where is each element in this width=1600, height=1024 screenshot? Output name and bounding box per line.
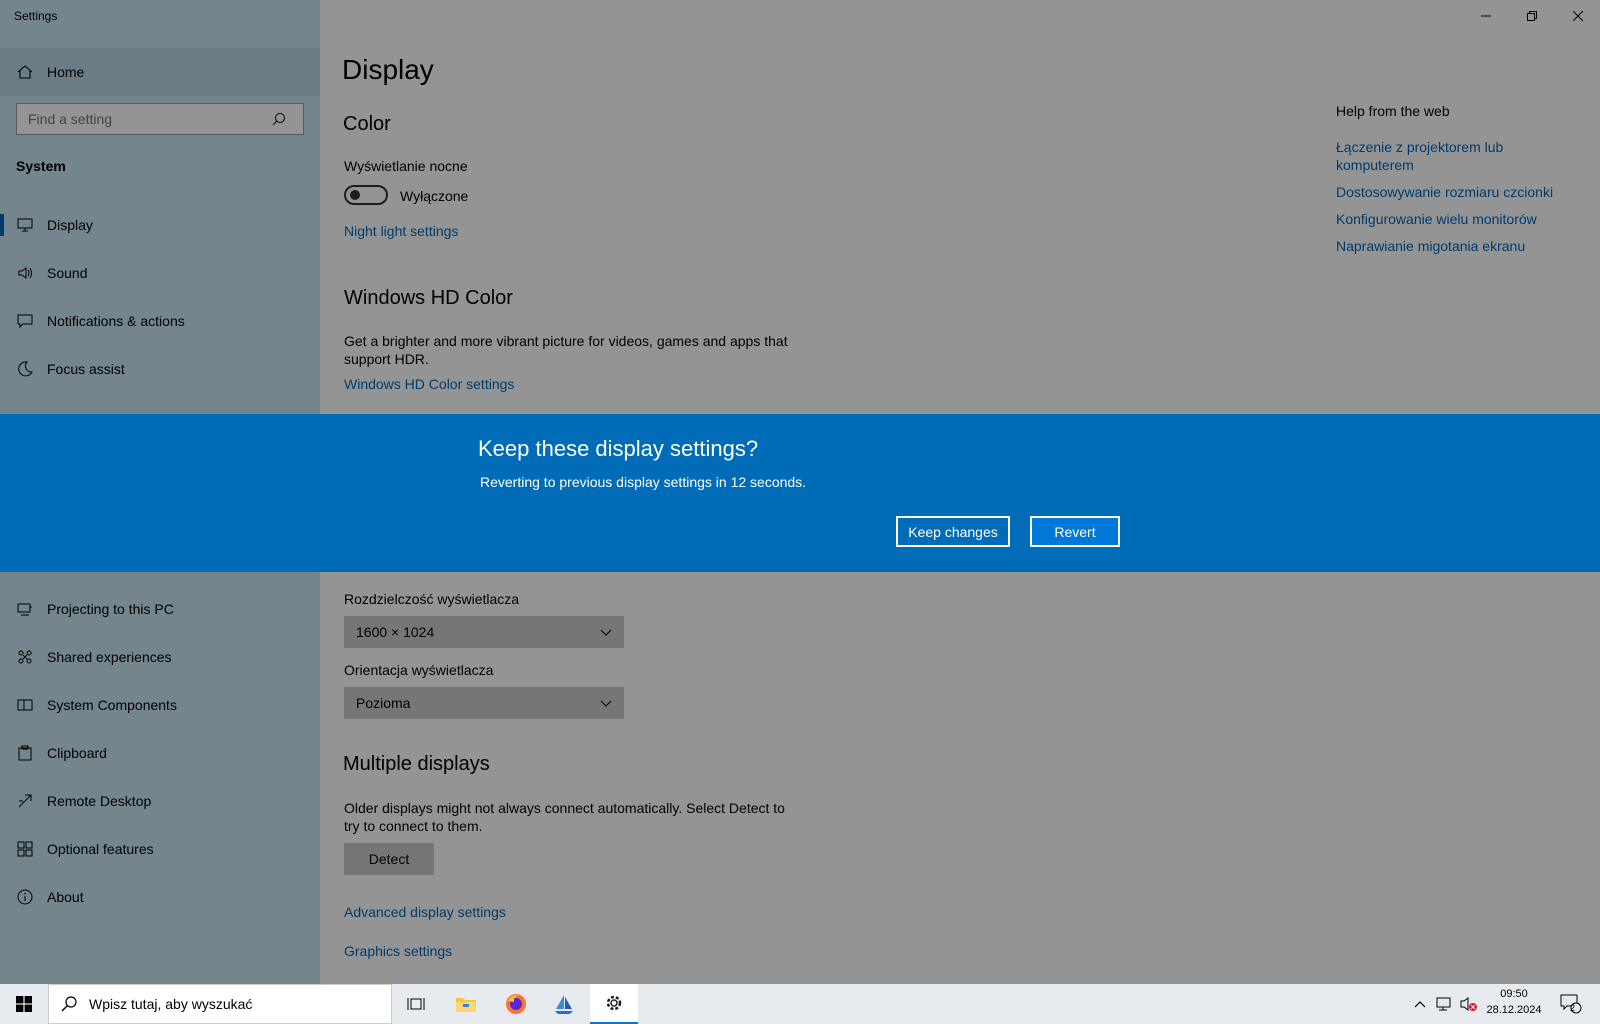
volume-tray-button[interactable] [1458,984,1480,1024]
start-button[interactable] [0,984,48,1024]
task-view-icon [407,998,425,1010]
dialog-title: Keep these display settings? [478,436,759,461]
clock-time: 09:50 [1500,988,1528,1000]
gear-icon [606,995,622,1011]
volume-muted-icon [1460,997,1477,1011]
notification-count-badge: 2 [1570,1003,1576,1013]
settings-taskbar-button[interactable] [590,984,638,1024]
chevron-up-icon [1414,1001,1426,1008]
dialog-countdown: Reverting to previous display settings i… [480,474,807,490]
taskbar-search-placeholder: Wpisz tutaj, aby wyszukać [89,996,253,1012]
network-icon [1436,997,1451,1011]
task-view-button[interactable] [392,984,440,1024]
action-center-button[interactable]: 2 [1556,984,1586,1024]
firefox-button[interactable] [492,984,540,1024]
revert-button[interactable]: Revert [1030,516,1120,547]
windows-logo-icon [16,996,32,1012]
folder-icon [456,998,476,1012]
show-hidden-icons-button[interactable] [1410,984,1430,1024]
taskbar-clock[interactable]: 09:50 28.12.2024 [1478,986,1550,1022]
file-explorer-button[interactable] [442,984,490,1024]
taskbar-search-box[interactable]: Wpisz tutaj, aby wyszukać [48,984,392,1024]
keep-settings-dialog: Keep these display settings? Reverting t… [0,414,1600,572]
sailboat-icon [555,995,573,1014]
clock-date: 28.12.2024 [1486,1004,1542,1016]
firefox-icon [506,994,526,1014]
keep-changes-button[interactable]: Keep changes [896,516,1010,547]
network-tray-button[interactable] [1434,984,1456,1024]
app-sailboat-button[interactable] [540,984,588,1024]
taskbar: Wpisz tutaj, aby wyszukać 09:50 28.12.20… [0,984,1600,1024]
search-icon [61,996,77,1012]
